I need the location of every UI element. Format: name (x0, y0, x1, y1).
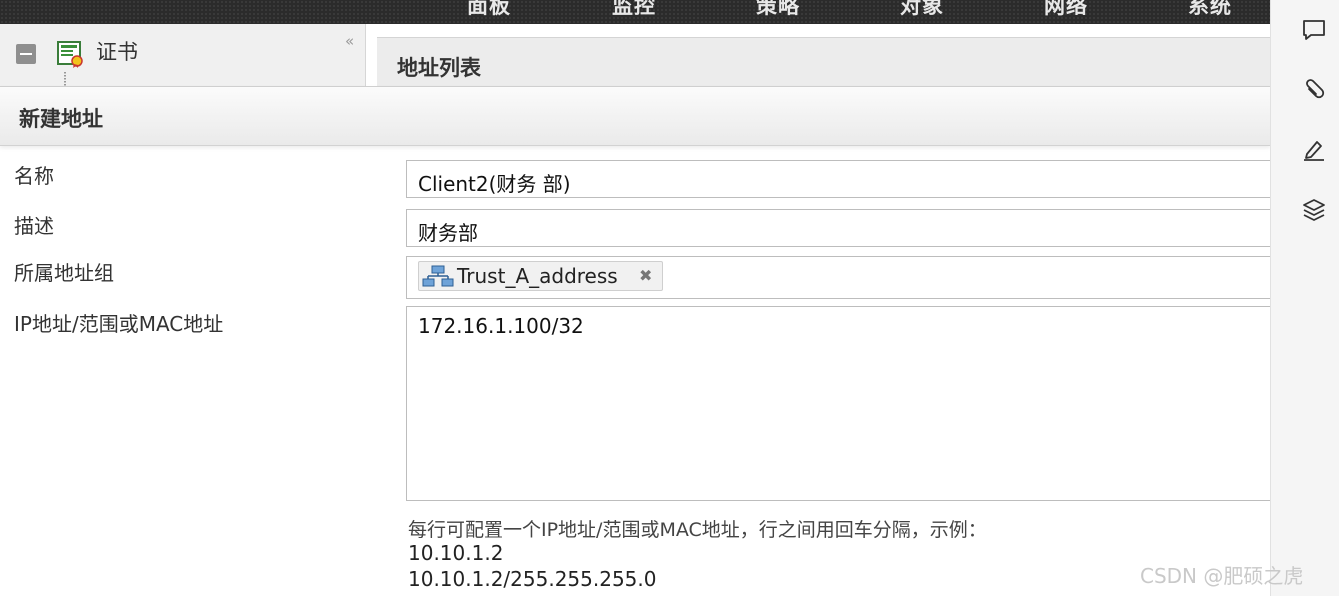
name-label: 名称 (14, 164, 54, 188)
description-input[interactable]: 财务部 (406, 209, 1270, 247)
nav-system[interactable]: 系统 (1188, 0, 1232, 20)
nav-dashboard[interactable]: 面板 (467, 0, 511, 20)
name-input[interactable]: Client2(财务 部) (406, 160, 1270, 198)
ip-hint-example-2: 10.10.1.2/255.255.255.0 (408, 567, 657, 591)
tree-connector (64, 72, 66, 86)
dialog-title: 新建地址 (19, 107, 103, 131)
remove-tag-icon[interactable]: ✖ (639, 266, 652, 285)
top-nav-bar: 面板 监控 策略 对象 网络 系统 (0, 0, 1270, 24)
collapse-panel-icon[interactable]: « (345, 32, 354, 50)
address-group-tag-label: Trust_A_address (457, 264, 618, 288)
description-label: 描述 (14, 214, 54, 238)
watermark: CSDN @肥硕之虎 (1140, 564, 1304, 588)
address-group-field[interactable]: Trust_A_address ✖ (406, 256, 1270, 299)
dialog-header: 新建地址 (0, 86, 1270, 146)
tree-item-certificate[interactable]: 证书 (96, 36, 138, 66)
nav-monitor[interactable]: 监控 (612, 0, 656, 20)
address-group-label: 所属地址组 (14, 261, 114, 285)
comment-icon[interactable] (1301, 17, 1327, 43)
paperclip-icon[interactable] (1301, 77, 1327, 103)
pen-icon[interactable] (1301, 137, 1327, 163)
address-list-header: 地址列表 (377, 37, 1270, 88)
side-toolbar (1270, 0, 1339, 596)
ip-hint-text: 每行可配置一个IP地址/范围或MAC地址，行之间用回车分隔，示例： (408, 519, 987, 541)
address-group-tag: Trust_A_address ✖ (418, 261, 663, 291)
address-list-title: 地址列表 (397, 56, 481, 80)
nav-object[interactable]: 对象 (900, 0, 944, 20)
ip-address-label: IP地址/范围或MAC地址 (14, 312, 224, 336)
collapse-tree-icon[interactable] (16, 44, 36, 64)
left-tree-panel: 证书 « (0, 24, 366, 86)
layers-icon[interactable] (1301, 197, 1327, 223)
nav-policy[interactable]: 策略 (756, 0, 800, 20)
nav-network[interactable]: 网络 (1044, 0, 1088, 20)
ip-address-textarea[interactable]: 172.16.1.100/32 (406, 306, 1270, 501)
network-group-icon (422, 265, 454, 287)
certificate-icon (57, 41, 83, 68)
ip-hint-example-1: 10.10.1.2 (408, 541, 504, 565)
